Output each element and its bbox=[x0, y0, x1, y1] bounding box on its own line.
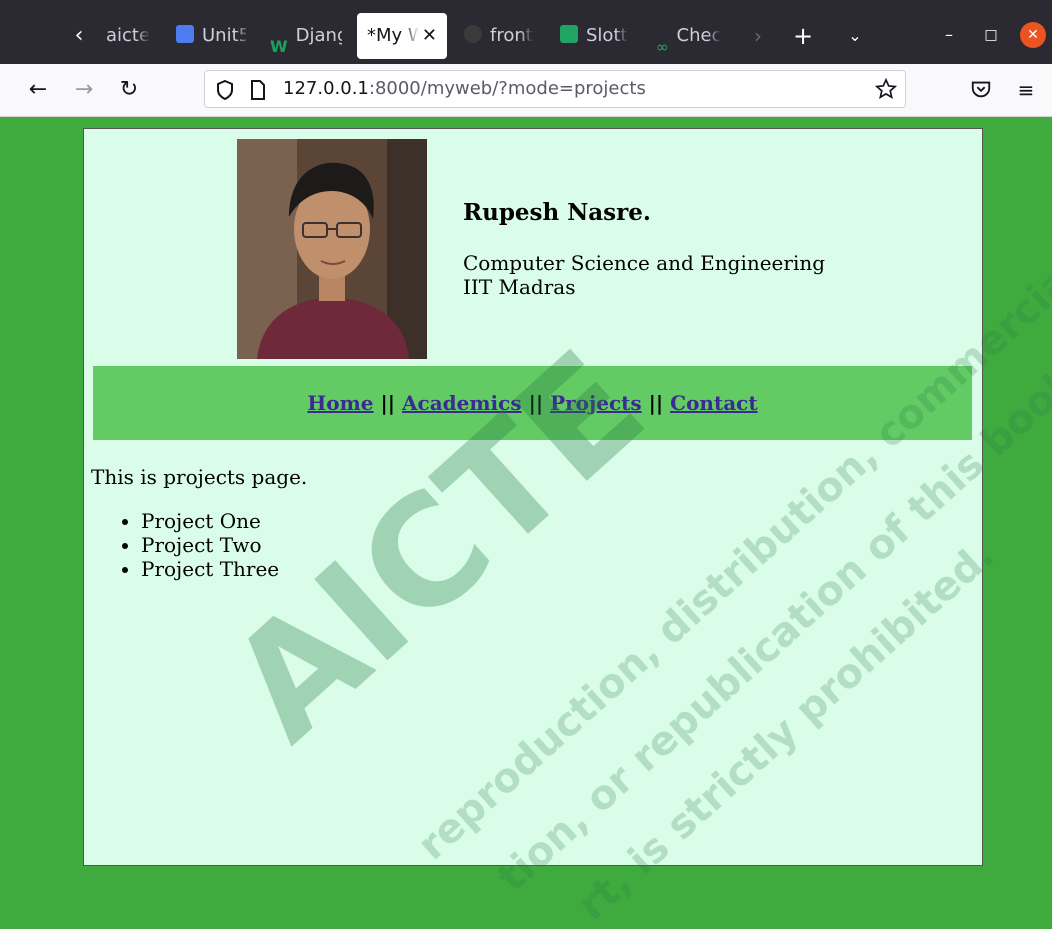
back-button[interactable]: ← bbox=[22, 74, 54, 106]
reload-button[interactable]: ↻ bbox=[113, 74, 145, 106]
tab-label: Chec bbox=[676, 25, 722, 46]
minimize-window-button[interactable]: – bbox=[936, 22, 962, 48]
docs-icon bbox=[176, 25, 194, 43]
url-host: 127.0.0.1 bbox=[283, 78, 369, 99]
list-item: Project One bbox=[141, 509, 279, 533]
tab-chec[interactable]: ∞ Chec bbox=[656, 14, 726, 58]
profile-affiliation: Computer Science and Engineering IIT Mad… bbox=[463, 251, 825, 299]
list-item: Project Three bbox=[141, 557, 279, 581]
menu-hamburger-icon[interactable]: ≡ bbox=[1010, 74, 1042, 106]
list-tabs-chevron-icon[interactable]: ⌄ bbox=[840, 14, 870, 58]
department-text: Computer Science and Engineering bbox=[463, 251, 826, 275]
page-intro-text: This is projects page. bbox=[91, 465, 308, 489]
new-tab-button[interactable]: + bbox=[788, 14, 818, 58]
tab-my-web[interactable]: *My Web ✕ bbox=[357, 13, 447, 59]
url-text[interactable]: 127.0.0.1:8000/myweb/?mode=projects bbox=[283, 71, 646, 107]
pocket-icon[interactable] bbox=[970, 78, 992, 100]
tab-scroll-right-button[interactable]: › bbox=[748, 14, 768, 58]
nav-separator: || bbox=[380, 391, 396, 415]
tab-unit5[interactable]: Unit5 bbox=[176, 14, 246, 58]
tab-label: front bbox=[490, 25, 533, 46]
profile-name: Rupesh Nasre. bbox=[463, 199, 651, 226]
page-icon[interactable] bbox=[249, 79, 267, 101]
tab-front[interactable]: front bbox=[464, 14, 534, 58]
tab-django[interactable]: W Django bbox=[270, 14, 342, 58]
tab-aicte[interactable]: aicte bbox=[106, 14, 162, 58]
url-bar[interactable]: 127.0.0.1:8000/myweb/?mode=projects bbox=[204, 70, 906, 108]
url-path: :8000/myweb/?mode=projects bbox=[368, 78, 646, 99]
nav-link-academics[interactable]: Academics bbox=[402, 391, 522, 415]
sheets-icon bbox=[560, 25, 578, 43]
bookmark-star-icon[interactable] bbox=[875, 78, 897, 100]
nav-link-home[interactable]: Home bbox=[307, 391, 373, 415]
tab-label: Slott bbox=[586, 25, 628, 46]
nav-link-contact[interactable]: Contact bbox=[670, 391, 757, 415]
tab-label: Django bbox=[295, 25, 342, 46]
close-window-button[interactable]: ✕ bbox=[1020, 22, 1046, 48]
profile-photo bbox=[237, 139, 427, 359]
tab-label: Unit5 bbox=[202, 25, 246, 46]
link-icon: ∞ bbox=[656, 38, 669, 56]
site-nav-menu: Home || Academics || Projects || Contact bbox=[93, 366, 972, 440]
github-icon bbox=[464, 25, 482, 43]
tab-strip: ‹ aicte Unit5 W Django *My Web ✕ front Sl… bbox=[0, 0, 1052, 64]
nav-link-projects[interactable]: Projects bbox=[550, 391, 642, 415]
tab-label: aicte bbox=[106, 25, 151, 46]
maximize-window-button[interactable]: □ bbox=[978, 22, 1004, 48]
nav-separator: || bbox=[648, 391, 664, 415]
w-logo-icon: W bbox=[270, 37, 288, 56]
project-list: Project One Project Two Project Three bbox=[91, 509, 279, 581]
tab-slott[interactable]: Slott bbox=[560, 14, 628, 58]
tab-label: *My Web bbox=[367, 25, 419, 46]
tab-close-icon[interactable]: ✕ bbox=[422, 13, 437, 59]
institute-text: IIT Madras bbox=[463, 275, 576, 299]
shield-icon[interactable] bbox=[215, 79, 235, 101]
navigation-toolbar: ← → ↻ 127.0.0.1:8000/myweb/?mode=project… bbox=[0, 64, 1052, 117]
tab-scroll-left-button[interactable]: ‹ bbox=[64, 14, 94, 58]
web-page: Rupesh Nasre. Computer Science and Engin… bbox=[83, 128, 983, 866]
forward-button[interactable]: → bbox=[68, 74, 100, 106]
list-item: Project Two bbox=[141, 533, 279, 557]
nav-separator: || bbox=[528, 391, 544, 415]
